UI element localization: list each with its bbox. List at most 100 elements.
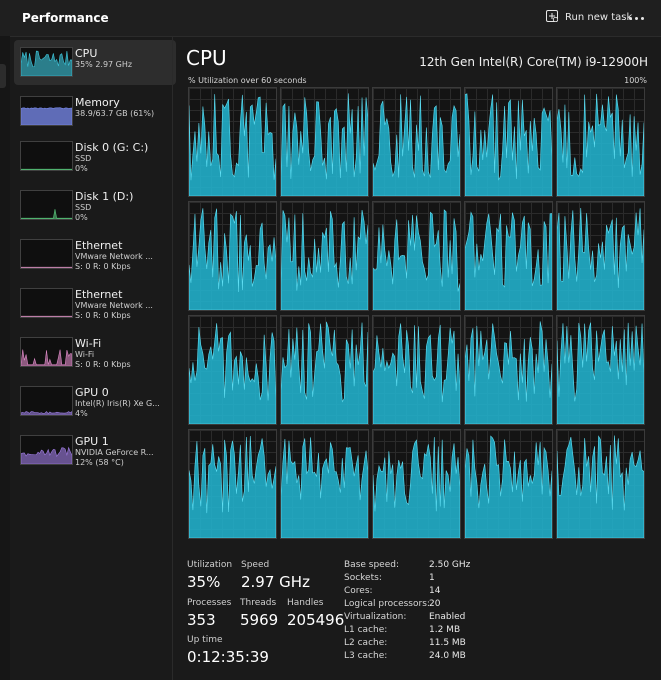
logical-processor-graph [372,201,461,311]
nav-rail [0,36,10,680]
utilization-area [465,93,552,196]
processes-value: 353 [187,611,216,629]
l2-cache-label: L2 cache: [344,638,388,648]
thumbnail-area [21,349,72,366]
handles-label: Handles [287,598,324,608]
sidebar-item-label: Memory [75,96,120,109]
gpu-0-thumbnail-graph [20,386,73,416]
logical-processor-graph [372,429,461,539]
sidebar-item-detail: Wi-Fi [75,350,95,359]
logical-processor-graph [556,315,645,425]
utilization-area [465,211,552,310]
main-title: CPU [186,46,227,70]
cores-value: 14 [429,586,441,596]
pane-divider [172,36,173,680]
logical-processor-graph [188,87,277,197]
utilization-area [465,321,552,424]
sidebar-item-memory[interactable]: Memory 38.9/63.7 GB (61%) [14,89,176,134]
utilization-area [373,209,460,310]
l1-cache-label: L1 cache: [344,625,388,635]
sidebar-item-gpu-0[interactable]: GPU 0 Intel(R) Iris(R) Xe G... 4% [14,379,176,424]
logical-processor-graph [464,315,553,425]
title-bar: Performance Run new task [0,0,661,37]
sidebar-item-label: Wi-Fi [75,337,102,350]
logical-processor-graph [280,201,369,311]
thumbnail-area [21,411,72,415]
logical-processor-graph [556,429,645,539]
thumbnail-area [21,446,72,464]
thumbnail-area [21,315,72,317]
utilization-area [373,323,460,424]
run-task-icon [546,10,559,25]
sidebar-item-detail: SSD [75,203,92,212]
sidebar-item-gpu-1[interactable]: GPU 1 NVIDIA GeForce R... 12% (58 °C) [14,428,176,473]
logical-processor-graph [188,429,277,539]
utilization-area [557,435,644,538]
base-speed-label: Base speed: [344,560,399,570]
thumbnail-area [21,50,72,76]
utilization-area [465,435,552,538]
logical-processor-graph [556,201,645,311]
sidebar-item-detail: 35% 2.97 GHz [75,60,133,69]
uptime-label: Up time [187,635,223,645]
disk-1-thumbnail-graph [20,190,73,220]
sidebar-item-disk-1[interactable]: Disk 1 (D:) SSD 0% [14,183,176,228]
sidebar-item-wifi[interactable]: Wi-Fi Wi-Fi S: 0 R: 0 Kbps [14,330,176,375]
cpu-thumbnail-graph [20,47,73,77]
graph-max-label: 100% [624,76,647,85]
sidebar-item-detail: 12% (58 °C) [75,458,124,467]
utilization-area [189,323,276,424]
sidebar-item-cpu[interactable]: CPU 35% 2.97 GHz [14,40,176,85]
sidebar-item-label: GPU 1 [75,435,109,448]
virtualization-label: Virtualization: [344,612,407,622]
sidebar-item-detail: S: 0 R: 0 Kbps [75,262,131,271]
logical-processor-graph [464,201,553,311]
logical-processors-label: Logical processors: [344,599,430,609]
run-new-task-label: Run new task [565,12,633,23]
wifi-thumbnail-graph [20,337,73,367]
cpu-stats: Utilization 35% Speed 2.97 GHz Processes… [186,558,646,678]
speed-label: Speed [241,560,270,570]
graph-caption: % Utilization over 60 seconds [188,76,307,85]
utilization-area [557,93,644,196]
sidebar-item-detail: VMware Network ... [75,301,153,310]
utilization-area [189,94,276,196]
virtualization-value: Enabled [429,612,466,622]
logical-processor-graph [372,315,461,425]
cpu-model-name: 12th Gen Intel(R) Core(TM) i9-12900H [419,55,648,69]
thumbnail-area [21,266,72,268]
utilization-area [281,437,368,538]
utilization-area [189,435,276,538]
thumbnail-area [21,168,72,170]
sidebar-item-label: Disk 1 (D:) [75,190,134,203]
ethernet-thumbnail-graph [20,288,73,318]
utilization-area [281,321,368,424]
logical-processor-graph [280,315,369,425]
threads-value: 5969 [240,611,279,629]
sidebar-item-detail: NVIDIA GeForce R... [75,448,154,457]
gpu-1-thumbnail-graph [20,435,73,465]
sidebar-item-ethernet-1[interactable]: Ethernet VMware Network ... S: 0 R: 0 Kbps [14,232,176,277]
sidebar-item-detail: 38.9/63.7 GB (61%) [75,109,155,118]
utilization-area [373,94,460,196]
more-options-icon[interactable] [624,8,648,28]
logical-processor-graph [280,87,369,197]
sockets-label: Sockets: [344,573,382,583]
run-new-task-button[interactable]: Run new task [546,10,632,25]
sidebar-item-detail: S: 0 R: 0 Kbps [75,360,131,369]
ethernet-thumbnail-graph [20,239,73,269]
logical-processor-graph [188,201,277,311]
handles-value: 205496 [287,611,345,629]
utilization-area [557,207,644,310]
sidebar-item-disk-0[interactable]: Disk 0 (G: C:) SSD 0% [14,134,176,179]
memory-thumbnail-graph [20,96,73,126]
l2-cache-value: 11.5 MB [429,638,466,648]
l3-cache-value: 24.0 MB [429,651,466,661]
sidebar-item-label: Ethernet [75,288,123,301]
sidebar-item-detail: SSD [75,154,92,163]
utilization-area [281,209,368,310]
sidebar-item-detail: Intel(R) Iris(R) Xe G... [75,399,160,408]
logical-processors-value: 20 [429,599,441,609]
logical-processor-graph [372,87,461,197]
sidebar-item-ethernet-2[interactable]: Ethernet VMware Network ... S: 0 R: 0 Kbps [14,281,176,326]
